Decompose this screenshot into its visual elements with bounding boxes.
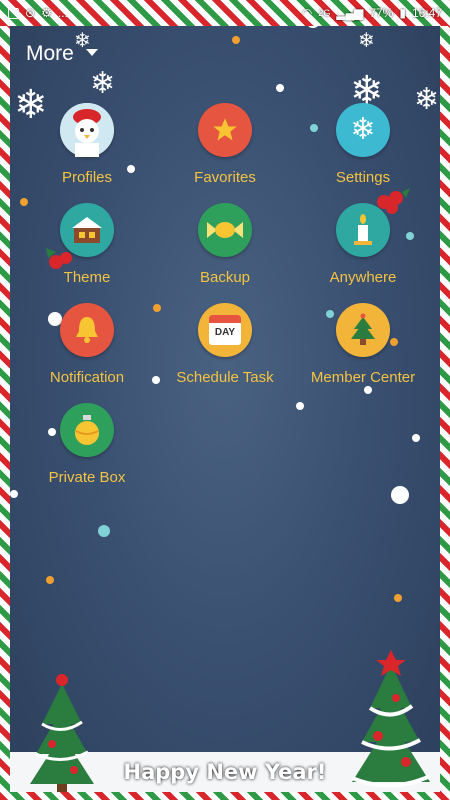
calendar-day-text: DAY [214,327,236,338]
snow-dot [394,594,402,602]
menu-item-label: Favorites [194,169,256,186]
snowflake-decoration-icon: ❄ [90,67,116,100]
gallery-notification-icon [8,7,19,19]
more-dropdown[interactable]: More [26,42,98,66]
holly-berries-icon [46,248,72,269]
calendar-icon: DAY [198,303,252,357]
greeting-banner: Happy New Year! [123,760,327,784]
snow-dot [98,525,110,537]
ornament-icon [60,403,114,457]
menu-item-settings[interactable]: ❄ Settings [288,103,438,186]
menu-item-favorites[interactable]: Favorites [150,103,300,186]
status-bar: ⊙ ⚙ ... ◠ 2G ▂▄▆ 77% ▮ 16:47 [0,0,450,26]
snow-dot [276,84,284,92]
snowflake-decoration-icon: ❄ [358,30,375,52]
menu-item-schedule-task[interactable]: DAY Schedule Task [150,303,300,386]
menu-item-private-box[interactable]: Private Box [12,403,162,486]
menu-item-anywhere[interactable]: Anywhere [288,203,438,286]
menu-item-notification[interactable]: Notification [12,303,162,386]
menu-item-label: Profiles [61,169,113,186]
signal-icon: ▂▄▆ [336,6,364,20]
battery-percent: 77% [369,6,394,20]
snow-dot [391,486,409,504]
menu-item-label: Member Center [310,369,416,386]
menu-item-label: Notification [49,369,125,386]
snow-dot [46,576,54,584]
menu-item-label: Settings [335,169,391,186]
snow-dot [232,36,240,44]
menu-item-theme[interactable]: Theme [12,203,162,286]
menu-item-label: Anywhere [329,269,397,286]
settings-notification-icon: ⚙ [41,6,52,20]
bell-icon [60,303,114,357]
snow-dot [10,490,18,498]
clock: 16:47 [411,6,442,20]
snow-dot [364,386,372,394]
chef-avatar-icon [60,103,114,157]
network-type-label: 2G [318,8,331,18]
menu-item-backup[interactable]: Backup [150,203,300,286]
snow-dot [296,402,304,410]
candy-icon [198,203,252,257]
tree-icon [336,303,390,357]
chevron-down-icon [85,49,98,56]
menu-item-label: Theme [63,269,111,286]
battery-icon: ▮ [399,6,406,20]
target-notification-icon: ⊙ [25,6,36,20]
snowflake-icon: ❄ [336,103,390,157]
snow-dot [412,434,420,442]
menu-item-label: Private Box [48,469,126,486]
menu-item-member-center[interactable]: Member Center [288,303,438,386]
menu-item-label: Backup [199,269,251,286]
holly-berries-icon [377,188,410,214]
star-icon [198,103,252,157]
page-title: More [26,42,74,65]
menu-item-label: Schedule Task [176,369,274,386]
wifi-icon: ◠ [301,6,313,20]
menu-item-profiles[interactable]: Profiles [12,103,162,186]
overflow-notification-label: ... [57,6,68,20]
